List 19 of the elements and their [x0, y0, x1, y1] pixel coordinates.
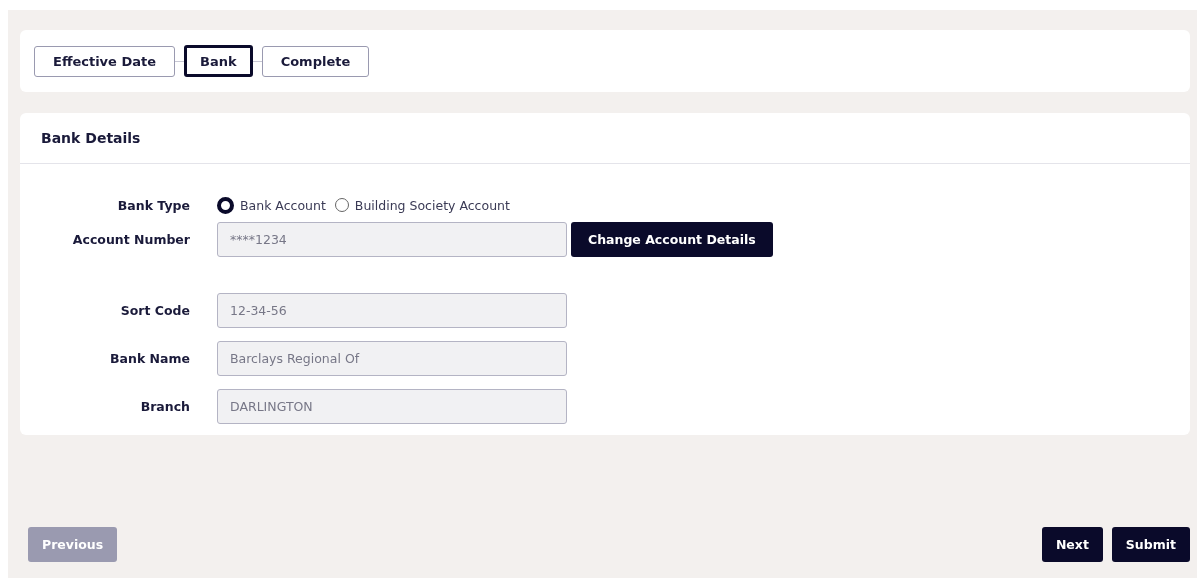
radio-icon[interactable] — [217, 196, 234, 214]
input-field[interactable]: 12-34-56 — [217, 292, 567, 328]
field-label: Branch — [139, 398, 190, 414]
step-tab[interactable]: Effective Date — [34, 45, 176, 77]
field-label: Sort Code — [119, 302, 190, 318]
radio-option[interactable]: Bank Account — [217, 196, 326, 214]
step-tab[interactable]: Complete — [261, 45, 370, 77]
section-title: Bank Details — [41, 130, 141, 146]
field-label: Bank Type — [116, 197, 190, 213]
input-field[interactable]: ****1234 — [217, 222, 567, 257]
field-label: Account Number — [71, 231, 190, 249]
radio-label: Bank Account — [240, 197, 326, 213]
step-tab[interactable]: Bank — [184, 45, 253, 77]
field-label: Bank Name — [109, 350, 190, 366]
input-field[interactable]: Barclays Regional Of — [217, 340, 567, 376]
nav-button[interactable]: Submit — [1111, 527, 1190, 562]
nav-button[interactable]: Next — [1041, 527, 1103, 562]
input-field[interactable]: DARLINGTON — [217, 388, 567, 424]
change-details-button[interactable]: Change Account Details — [571, 222, 773, 257]
